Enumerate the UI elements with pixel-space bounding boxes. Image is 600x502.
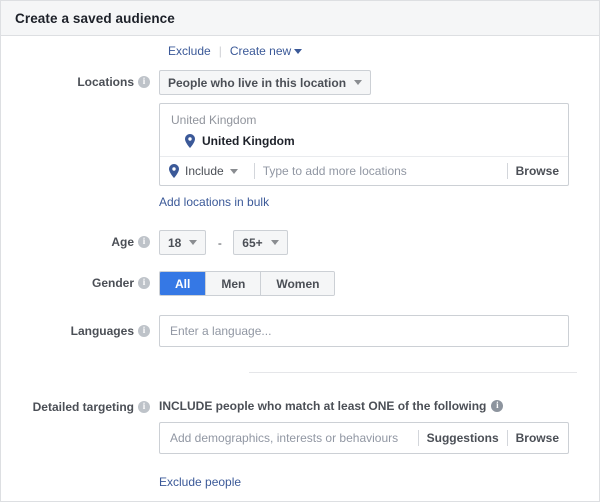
chevron-down-icon xyxy=(354,80,363,85)
gender-toggle-group: All Men Women xyxy=(159,271,336,296)
divider xyxy=(506,430,508,446)
age-max-value: 65+ xyxy=(242,235,263,250)
locations-row: Locations People who live in this locati… xyxy=(1,64,599,211)
gender-option-men[interactable]: Men xyxy=(206,272,262,295)
info-icon[interactable] xyxy=(491,399,504,412)
map-pin-icon xyxy=(185,134,195,148)
detailed-targeting-heading-text: INCLUDE people who match at least ONE of… xyxy=(159,399,487,413)
browse-locations-button[interactable]: Browse xyxy=(516,164,568,178)
info-icon[interactable] xyxy=(138,235,150,248)
link-separator: | xyxy=(218,44,222,58)
add-locations-in-bulk-link[interactable]: Add locations in bulk xyxy=(159,195,269,209)
location-group-label: United Kingdom xyxy=(171,113,257,127)
languages-input[interactable] xyxy=(170,324,568,338)
divider xyxy=(417,430,419,446)
age-min-value: 18 xyxy=(168,235,182,250)
languages-row: Languages xyxy=(1,296,599,347)
page-title: Create a saved audience xyxy=(15,10,175,26)
detailed-targeting-heading: INCLUDE people who match at least ONE of… xyxy=(159,399,599,422)
dialog-header: Create a saved audience xyxy=(1,1,599,36)
audience-form: Exclude | Create new Locations People wh… xyxy=(1,36,599,491)
locations-label-group: Locations xyxy=(1,70,159,89)
gender-option-all[interactable]: All xyxy=(160,272,207,295)
age-label: Age xyxy=(111,235,134,249)
age-field: 18 - 65+ xyxy=(159,230,599,255)
chevron-down-icon xyxy=(270,240,279,245)
detailed-targeting-input-box: Suggestions Browse xyxy=(159,422,569,454)
suggestions-button[interactable]: Suggestions xyxy=(427,431,499,445)
location-name: United Kingdom xyxy=(202,134,295,148)
detailed-targeting-row: Detailed targeting INCLUDE people who ma… xyxy=(1,373,599,491)
location-type-select[interactable]: People who live in this location xyxy=(159,70,372,95)
browse-targeting-button[interactable]: Browse xyxy=(516,431,568,445)
info-icon[interactable] xyxy=(138,75,150,88)
create-saved-audience-dialog: Create a saved audience Exclude | Create… xyxy=(0,0,600,502)
languages-input-box xyxy=(159,315,569,347)
gender-option-women[interactable]: Women xyxy=(261,272,335,295)
age-row: Age 18 - 65+ xyxy=(1,211,599,255)
locations-label: Locations xyxy=(77,75,134,89)
chevron-down-icon xyxy=(229,168,238,174)
create-new-button[interactable]: Create new xyxy=(229,44,303,58)
gender-label: Gender xyxy=(91,276,134,290)
map-pin-icon xyxy=(169,164,179,178)
include-select-value: Include xyxy=(185,164,224,178)
create-new-label: Create new xyxy=(229,44,292,58)
languages-label-group: Languages xyxy=(1,315,159,338)
custom-audience-links: Exclude | Create new xyxy=(1,36,599,64)
detailed-targeting-label-group: Detailed targeting xyxy=(1,399,159,414)
age-min-select[interactable]: 18 xyxy=(159,230,207,255)
location-search-input[interactable] xyxy=(262,164,499,178)
exclude-link[interactable]: Exclude xyxy=(168,44,211,58)
languages-label: Languages xyxy=(70,324,134,338)
detailed-targeting-label: Detailed targeting xyxy=(32,400,134,414)
detailed-targeting-field: INCLUDE people who match at least ONE of… xyxy=(159,399,599,491)
languages-field xyxy=(159,315,599,347)
chevron-down-icon xyxy=(294,49,303,54)
list-item[interactable]: United Kingdom xyxy=(171,134,557,148)
include-exclude-select[interactable]: Include xyxy=(169,164,246,178)
gender-field: All Men Women xyxy=(159,271,599,296)
exclude-people-link[interactable]: Exclude people xyxy=(159,475,241,489)
gender-row: Gender All Men Women xyxy=(1,255,599,296)
gender-label-group: Gender xyxy=(1,271,159,290)
locations-field: People who live in this location United … xyxy=(159,70,599,211)
selected-locations-list: United Kingdom United Kingdom xyxy=(160,104,568,156)
age-max-select[interactable]: 65+ xyxy=(233,230,288,255)
location-search-row: Include Browse xyxy=(160,156,568,185)
location-type-value: People who live in this location xyxy=(168,75,347,90)
age-range-separator: - xyxy=(217,235,222,250)
detailed-targeting-input[interactable] xyxy=(170,431,410,445)
info-icon[interactable] xyxy=(138,276,150,289)
info-icon[interactable] xyxy=(138,400,150,413)
info-icon[interactable] xyxy=(138,324,150,337)
divider xyxy=(506,163,508,179)
locations-box: United Kingdom United Kingdom Include Ty… xyxy=(159,103,569,186)
chevron-down-icon xyxy=(189,240,198,245)
divider xyxy=(253,163,255,179)
age-label-group: Age xyxy=(1,230,159,249)
